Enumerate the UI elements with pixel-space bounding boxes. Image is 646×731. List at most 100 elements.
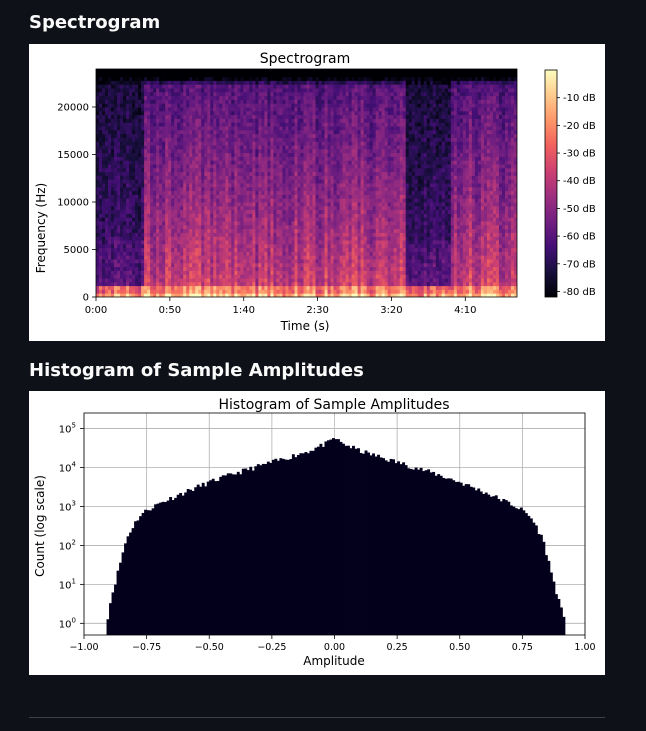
spectrogram-cell <box>141 118 145 123</box>
spectrogram-cell <box>180 259 184 264</box>
spectrogram-cell <box>195 171 199 176</box>
spectrogram-cell <box>195 175 199 180</box>
spectrogram-cell <box>126 240 130 245</box>
spectrogram-cell <box>153 209 157 214</box>
spectrogram-cell <box>249 145 253 150</box>
spectrogram-cell <box>216 171 220 176</box>
spectrogram-cell <box>258 285 262 290</box>
spectrogram-cell <box>117 95 121 100</box>
spectrogram-cell <box>192 247 196 252</box>
spectrogram-cell <box>285 122 289 127</box>
spectrogram-cell <box>174 281 178 287</box>
spectrogram-cell <box>216 107 220 112</box>
spectrogram-cell <box>186 190 190 195</box>
spectrogram-cell <box>189 160 193 165</box>
spectrogram-cell <box>294 133 298 138</box>
spectrogram-cell <box>135 91 139 97</box>
spectrogram-cell <box>123 114 127 119</box>
spectrogram-cell <box>249 274 253 279</box>
spectrogram-cell <box>147 259 151 264</box>
spectrogram-cell <box>321 156 326 161</box>
spectrogram-cell <box>141 84 145 89</box>
spectrogram-cell <box>243 88 247 93</box>
spectrogram-cell <box>279 251 283 256</box>
spectrogram-cell <box>249 183 253 188</box>
spectrogram-cell <box>276 91 280 97</box>
spectrogram-cell <box>111 243 115 249</box>
spectrogram-cell <box>318 240 323 245</box>
spectrogram-cell <box>312 270 317 275</box>
spectrogram-cell <box>105 167 109 173</box>
spectrogram-cell <box>117 179 121 184</box>
spectrogram-cell <box>276 107 280 112</box>
spectrogram-cell <box>186 209 190 214</box>
spectrogram-cell <box>327 167 332 173</box>
spectrogram-cell <box>108 126 112 131</box>
spectrogram-cell <box>111 156 115 161</box>
spectrogram-cell <box>237 76 241 81</box>
spectrogram-cell <box>171 167 175 173</box>
spectrogram-cell <box>195 186 199 192</box>
spectrogram-cell <box>198 156 202 161</box>
spectrogram-cell <box>210 251 214 256</box>
spectrogram-cell <box>210 232 214 237</box>
spectrogram-cell <box>186 278 190 283</box>
spectrogram-cell <box>306 175 311 180</box>
spectrogram-cell <box>195 236 199 241</box>
spectrogram-cell <box>117 262 121 268</box>
spectrogram-cell <box>234 236 238 241</box>
spectrogram-cell <box>336 99 341 104</box>
spectrogram-cell <box>126 148 130 154</box>
spectrogram-cell <box>294 91 298 97</box>
spectrogram-cell <box>318 270 323 275</box>
spectrogram-cell <box>186 103 190 108</box>
spectrogram-cell <box>159 289 163 294</box>
spectrogram-cell <box>144 221 148 226</box>
spectrogram-cell <box>336 266 341 271</box>
spectrogram-cell <box>111 122 115 127</box>
spectrogram-cell <box>249 285 253 290</box>
spectrogram-cell <box>171 114 175 119</box>
spectrogram-cell <box>300 198 304 203</box>
spectrogram-cell <box>105 243 109 249</box>
spectrogram-cell <box>312 171 317 176</box>
spectrogram-cell <box>144 160 148 165</box>
spectrogram-cell <box>225 221 229 226</box>
spectrogram-cell <box>228 118 232 123</box>
spectrogram-cell <box>300 213 304 218</box>
spectrogram-cell <box>225 236 229 241</box>
spectrogram-cell <box>162 91 166 97</box>
spectrogram-cell <box>336 107 341 112</box>
spectrogram-cell <box>168 186 172 192</box>
spectrogram-cell <box>336 240 341 245</box>
spectrogram-cell <box>165 91 169 97</box>
spectrogram-cell <box>333 259 338 264</box>
spectrogram-cell <box>255 133 259 138</box>
spectrogram-cell <box>249 202 253 207</box>
spectrogram-cell <box>261 217 265 222</box>
spectrogram-cell <box>192 69 196 74</box>
spectrogram-cell <box>276 209 280 214</box>
spectrogram-cell <box>270 274 274 279</box>
spectrogram-cell <box>159 72 163 78</box>
spectrogram-cell <box>117 88 121 93</box>
spectrogram-cell <box>255 88 259 93</box>
spectrogram-cell <box>279 95 283 100</box>
spectrogram-cell <box>315 179 320 184</box>
spectrogram-cell <box>303 80 307 85</box>
spectrogram-cell <box>222 266 226 271</box>
spectrogram-cell <box>156 80 160 85</box>
spectrogram-cell <box>240 255 244 260</box>
spectrogram-cell <box>300 228 304 233</box>
spectrogram-cell <box>324 171 329 176</box>
spectrogram-cell <box>165 224 169 230</box>
spectrogram-cell <box>309 129 314 135</box>
spectrogram-cell <box>153 228 157 233</box>
spectrogram-cell <box>105 213 109 218</box>
spectrogram-cell <box>318 103 323 108</box>
spectrogram-cell <box>201 122 205 127</box>
spectrogram-cell <box>249 107 253 112</box>
spectrogram-cell <box>102 114 106 119</box>
spectrogram-cell <box>309 278 314 283</box>
spectrogram-cell <box>243 232 247 237</box>
